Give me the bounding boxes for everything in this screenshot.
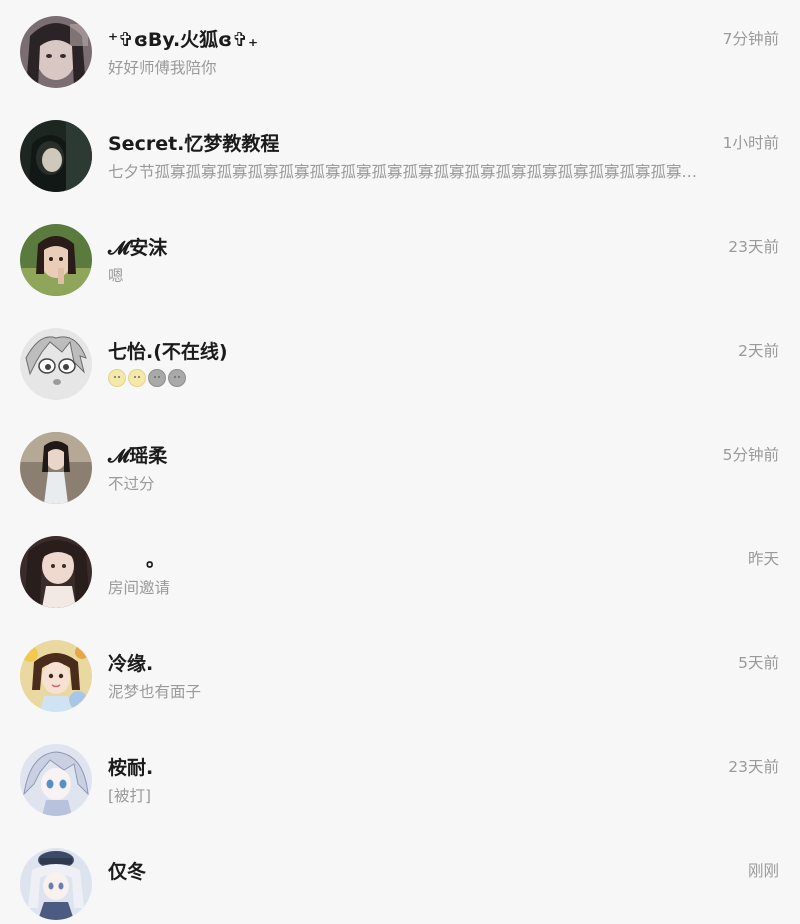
conversation-row[interactable]: 𝓜瑶柔 5分钟前 不过分 xyxy=(0,416,800,520)
timestamp: 刚刚 xyxy=(747,862,779,880)
gray-face-icon xyxy=(168,369,186,387)
avatar[interactable] xyxy=(20,224,92,296)
last-message: 七夕节孤寡孤寡孤寡孤寡孤寡孤寡孤寡孤寡孤寡孤寡孤寡孤寡孤寡孤寡孤寡孤寡孤寡孤寡孤… xyxy=(108,163,712,181)
timestamp: 5分钟前 xyxy=(722,446,779,464)
last-message: 泥梦也有面子 xyxy=(108,683,202,701)
timestamp: 7分钟前 xyxy=(722,30,779,48)
timestamp: 昨天 xyxy=(747,550,779,568)
last-message: 好好师傅我陪你 xyxy=(108,59,217,77)
last-message: [被打] xyxy=(108,787,152,805)
contact-name: ⁺✞ɞBy.火狐ɞ✞₊ xyxy=(108,29,259,51)
avatar[interactable] xyxy=(20,328,92,400)
timestamp: 1小时前 xyxy=(722,134,779,152)
conversation-row[interactable]: 冷缘. 5天前 泥梦也有面子 xyxy=(0,624,800,728)
conversation-row[interactable]: 七怡.(不在线) 2天前 xyxy=(0,312,800,416)
conversation-row[interactable]: Secret.忆梦教教程 1小时前 七夕节孤寡孤寡孤寡孤寡孤寡孤寡孤寡孤寡孤寡孤… xyxy=(0,104,800,208)
timestamp: 2天前 xyxy=(738,342,779,360)
avatar[interactable] xyxy=(20,536,92,608)
conversation-row[interactable]: 桉耐. 23天前 [被打] xyxy=(0,728,800,832)
contact-name: Secret.忆梦教教程 xyxy=(108,133,280,155)
conversation-list: ⁺✞ɞBy.火狐ɞ✞₊ 7分钟前 好好师傅我陪你 Secret.忆梦教教程 1小… xyxy=(0,0,800,924)
avatar[interactable] xyxy=(20,640,92,712)
contact-name: 冷缘. xyxy=(108,653,154,675)
timestamp: 5天前 xyxy=(738,654,779,672)
avatar[interactable] xyxy=(20,744,92,816)
timestamp: 23天前 xyxy=(728,758,779,776)
smile-face-icon xyxy=(108,369,126,387)
contact-name: 七怡.(不在线) xyxy=(108,341,228,363)
conversation-row[interactable]: 仅冬 刚刚 xyxy=(0,832,800,924)
avatar[interactable] xyxy=(20,120,92,192)
contact-name: 𝓜瑶柔 xyxy=(108,445,168,467)
contact-name: 𝓜安沫 xyxy=(108,237,168,259)
contact-name: 仅冬 xyxy=(108,861,147,883)
last-message: 房间邀请 xyxy=(108,579,171,597)
timestamp: 23天前 xyxy=(728,238,779,256)
contact-name: 桉耐. xyxy=(108,757,154,779)
avatar[interactable] xyxy=(20,848,92,920)
avatar[interactable] xyxy=(20,432,92,504)
smile-face-icon xyxy=(128,369,146,387)
contact-name: 。 xyxy=(108,549,166,571)
last-message: 嗯 xyxy=(108,267,124,285)
conversation-row[interactable]: 𝓜安沫 23天前 嗯 xyxy=(0,208,800,312)
avatar[interactable] xyxy=(20,16,92,88)
last-message: 不过分 xyxy=(108,475,155,493)
conversation-row[interactable]: ⁺✞ɞBy.火狐ɞ✞₊ 7分钟前 好好师傅我陪你 xyxy=(0,0,800,104)
gray-face-icon xyxy=(148,369,166,387)
conversation-row[interactable]: 。 昨天 房间邀请 xyxy=(0,520,800,624)
emoji-message xyxy=(108,369,186,387)
